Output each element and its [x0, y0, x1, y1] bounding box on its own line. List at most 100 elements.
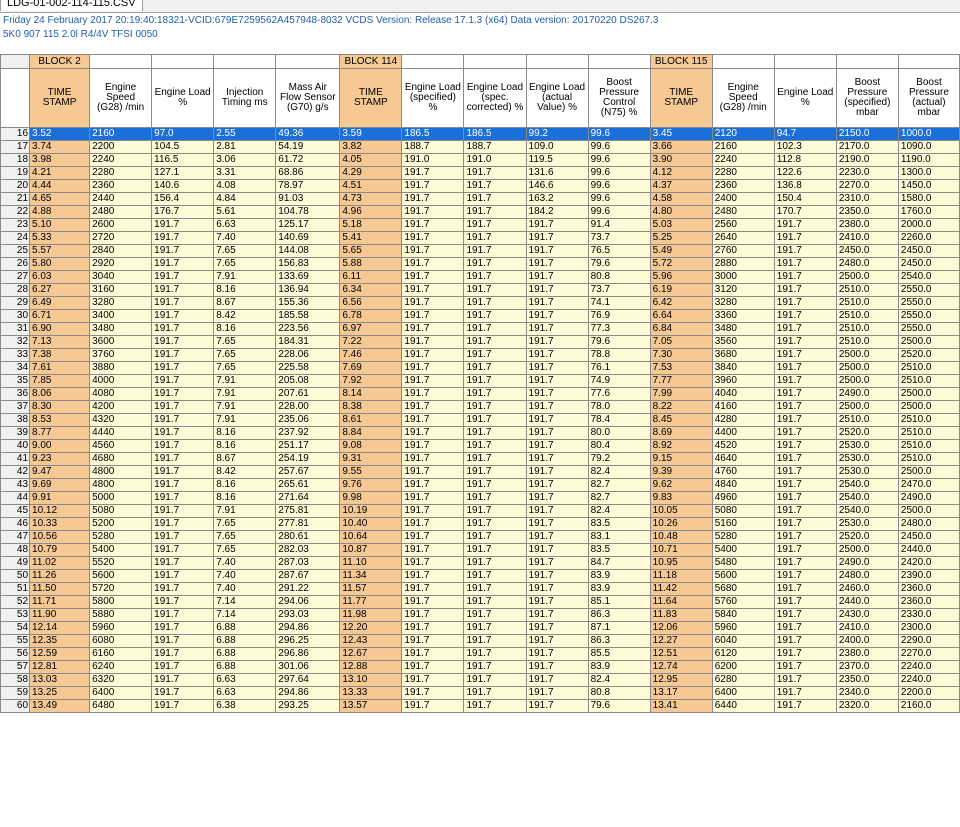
value-cell[interactable]: 191.7 [463, 426, 527, 440]
timestamp-cell[interactable]: 12.51 [649, 647, 713, 661]
value-cell[interactable]: 2550.0 [897, 296, 960, 310]
value-cell[interactable]: 191.7 [773, 361, 837, 375]
table-row[interactable]: 16 3.52 2160 97.0 2.55 49.36 3.59 186.5 186.5 99.… [0, 127, 960, 141]
value-cell[interactable]: 191.7 [151, 283, 215, 297]
value-cell[interactable]: 3480 [89, 322, 153, 336]
timestamp-cell[interactable]: 5.72 [649, 257, 713, 271]
row-number[interactable]: 56 [0, 647, 31, 661]
value-cell[interactable]: 223.56 [275, 322, 341, 336]
value-cell[interactable]: 2540.0 [897, 270, 960, 284]
row-number[interactable]: 16 [0, 127, 31, 141]
value-cell[interactable]: 191.7 [525, 465, 589, 479]
timestamp-cell[interactable]: 10.95 [649, 556, 713, 570]
row-number[interactable]: 22 [0, 205, 31, 219]
value-cell[interactable]: 2410.0 [835, 621, 899, 635]
value-cell[interactable]: 4800 [89, 478, 153, 492]
value-cell[interactable]: 6.63 [213, 686, 277, 700]
value-cell[interactable]: 191.7 [401, 426, 465, 440]
value-cell[interactable]: 191.7 [151, 699, 215, 713]
value-cell[interactable]: 191.7 [401, 205, 465, 219]
value-cell[interactable]: 2510.0 [897, 439, 960, 453]
value-cell[interactable]: 191.0 [401, 153, 465, 167]
value-cell[interactable]: 2510.0 [835, 296, 899, 310]
value-cell[interactable]: 2340.0 [835, 686, 899, 700]
table-row[interactable]: 53 11.90 5880 191.7 7.14 293.03 11.98 191.7 191.… [0, 608, 960, 622]
row-number[interactable]: 28 [0, 283, 31, 297]
value-cell[interactable]: 8.16 [213, 478, 277, 492]
row-number[interactable]: 23 [0, 218, 31, 232]
value-cell[interactable]: 2320.0 [835, 699, 899, 713]
value-cell[interactable]: 6.38 [213, 699, 277, 713]
value-cell[interactable]: 6320 [89, 673, 153, 687]
value-cell[interactable]: 191.7 [463, 582, 527, 596]
value-cell[interactable]: 191.7 [401, 647, 465, 661]
value-cell[interactable]: 2500.0 [835, 400, 899, 414]
value-cell[interactable]: 191.7 [151, 634, 215, 648]
row-number[interactable]: 41 [0, 452, 31, 466]
value-cell[interactable]: 2360.0 [897, 582, 960, 596]
value-cell[interactable]: 83.9 [587, 660, 651, 674]
value-cell[interactable]: 2440.0 [897, 543, 960, 557]
value-cell[interactable]: 191.7 [401, 491, 465, 505]
value-cell[interactable]: 73.7 [587, 283, 651, 297]
timestamp-cell[interactable]: 8.30 [29, 400, 91, 414]
value-cell[interactable]: 8.67 [213, 296, 277, 310]
timestamp-cell[interactable]: 6.78 [339, 309, 403, 323]
timestamp-cell[interactable]: 6.34 [339, 283, 403, 297]
value-cell[interactable]: 2000.0 [897, 218, 960, 232]
timestamp-cell[interactable]: 9.00 [29, 439, 91, 453]
table-row[interactable]: 21 4.65 2440 156.4 4.84 91.03 4.73 191.7 191.7 16… [0, 192, 960, 206]
table-row[interactable]: 26 5.80 2920 191.7 7.65 156.83 5.88 191.7 191.7 1… [0, 257, 960, 271]
value-cell[interactable]: 191.7 [151, 426, 215, 440]
value-cell[interactable]: 8.16 [213, 283, 277, 297]
value-cell[interactable]: 191.7 [151, 296, 215, 310]
value-cell[interactable]: 7.40 [213, 556, 277, 570]
timestamp-cell[interactable]: 10.05 [649, 504, 713, 518]
value-cell[interactable]: 191.7 [773, 452, 837, 466]
row-number[interactable]: 57 [0, 660, 31, 674]
timestamp-cell[interactable]: 12.59 [29, 647, 91, 661]
value-cell[interactable]: 2480.0 [897, 517, 960, 531]
value-cell[interactable]: 191.7 [463, 452, 527, 466]
value-cell[interactable]: 6080 [89, 634, 153, 648]
value-cell[interactable]: 191.7 [463, 556, 527, 570]
value-cell[interactable]: 191.0 [463, 153, 527, 167]
value-cell[interactable]: 297.64 [275, 673, 341, 687]
timestamp-cell[interactable]: 9.08 [339, 439, 403, 453]
table-row[interactable]: 56 12.59 6160 191.7 6.88 296.86 12.67 191.7 191.… [0, 647, 960, 661]
value-cell[interactable]: 2240.0 [897, 660, 960, 674]
timestamp-cell[interactable]: 5.10 [29, 218, 91, 232]
value-cell[interactable]: 191.7 [463, 621, 527, 635]
value-cell[interactable]: 79.6 [587, 257, 651, 271]
value-cell[interactable]: 191.7 [463, 439, 527, 453]
table-row[interactable]: 58 13.03 6320 191.7 6.63 297.64 13.10 191.7 191.… [0, 673, 960, 687]
value-cell[interactable]: 2230.0 [835, 166, 899, 180]
timestamp-cell[interactable]: 6.97 [339, 322, 403, 336]
value-cell[interactable]: 207.61 [275, 387, 341, 401]
value-cell[interactable]: 191.7 [463, 686, 527, 700]
value-cell[interactable]: 6400 [89, 686, 153, 700]
value-cell[interactable]: 5680 [711, 582, 775, 596]
timestamp-cell[interactable]: 8.77 [29, 426, 91, 440]
value-cell[interactable]: 74.1 [587, 296, 651, 310]
value-cell[interactable]: 49.36 [275, 127, 341, 141]
value-cell[interactable]: 5200 [89, 517, 153, 531]
value-cell[interactable]: 84.7 [587, 556, 651, 570]
timestamp-cell[interactable]: 9.31 [339, 452, 403, 466]
value-cell[interactable]: 2510.0 [835, 322, 899, 336]
value-cell[interactable]: 7.40 [213, 569, 277, 583]
value-cell[interactable]: 191.7 [151, 686, 215, 700]
value-cell[interactable]: 2420.0 [897, 556, 960, 570]
value-cell[interactable]: 191.7 [525, 387, 589, 401]
value-cell[interactable]: 191.7 [151, 309, 215, 323]
timestamp-cell[interactable]: 12.20 [339, 621, 403, 635]
value-cell[interactable]: 191.7 [773, 660, 837, 674]
value-cell[interactable]: 191.7 [151, 504, 215, 518]
value-cell[interactable]: 74.9 [587, 374, 651, 388]
value-cell[interactable]: 6.88 [213, 634, 277, 648]
timestamp-cell[interactable]: 13.49 [29, 699, 91, 713]
value-cell[interactable]: 191.7 [151, 413, 215, 427]
timestamp-cell[interactable]: 11.57 [339, 582, 403, 596]
value-cell[interactable]: 8.16 [213, 426, 277, 440]
value-cell[interactable]: 5880 [89, 608, 153, 622]
